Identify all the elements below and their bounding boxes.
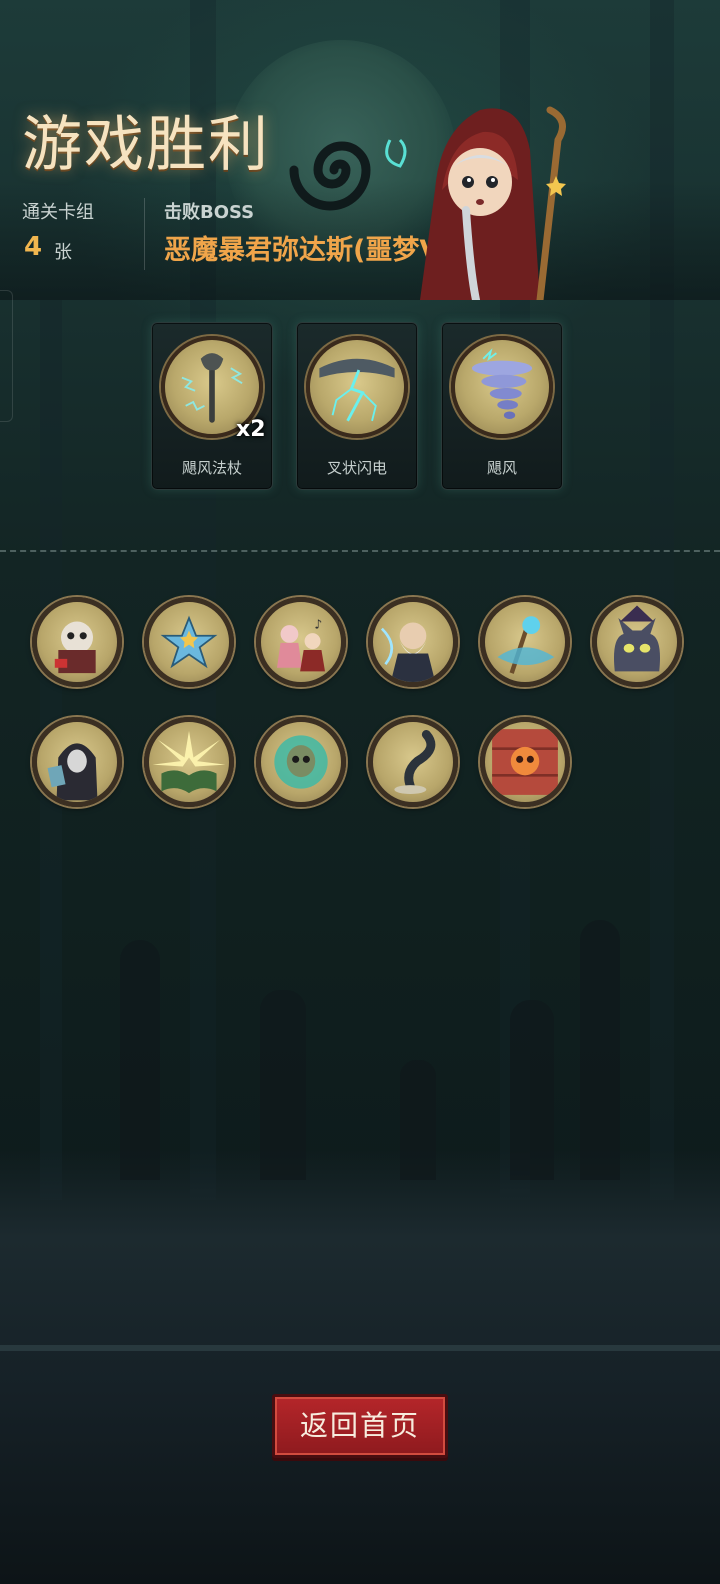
card-name: 飓风 <box>486 459 517 477</box>
stat-divider <box>144 198 145 270</box>
blue-star-icon[interactable] <box>144 597 234 687</box>
cleared-deck-count: 4 <box>24 232 43 262</box>
old-sage-icon[interactable] <box>368 597 458 687</box>
rock-silhouette <box>260 990 306 1180</box>
glowing-book-icon[interactable] <box>144 717 234 807</box>
rock-silhouette <box>580 920 620 1180</box>
cursed-skull-icon[interactable] <box>256 717 346 807</box>
rock-silhouette <box>510 1000 554 1180</box>
witch-cat-icon[interactable] <box>592 597 682 687</box>
card-count-badge: x2 <box>236 417 266 442</box>
cleared-deck-unit: 张 <box>54 242 72 263</box>
return-home-button[interactable]: 返回首页 <box>272 1394 448 1458</box>
victory-title: 游戏胜利 <box>22 110 270 180</box>
lightning-icon <box>306 336 408 438</box>
reward-card-3[interactable]: 飓风 <box>441 322 563 490</box>
dark-tornado-icon[interactable] <box>368 717 458 807</box>
svg-text:♪: ♪ <box>314 617 322 632</box>
hooded-cardmaster-icon[interactable] <box>32 717 122 807</box>
cleared-deck-label: 通关卡组 <box>22 202 94 223</box>
defeated-boss-label: 击败BOSS <box>164 202 255 223</box>
ground-ledge <box>0 1345 720 1351</box>
masked-merchant-icon[interactable] <box>32 597 122 687</box>
tornado-icon <box>451 336 553 438</box>
card-name: 飓风法杖 <box>181 459 242 477</box>
reward-card-1[interactable]: x2 飓风法杖 <box>151 322 273 490</box>
musicians-icon[interactable]: ♪ <box>256 597 346 687</box>
rock-silhouette <box>400 1060 436 1180</box>
rock-silhouette <box>120 940 160 1180</box>
card-name: 叉状闪电 <box>326 459 387 477</box>
hero-portrait <box>385 106 566 300</box>
reward-card-2[interactable]: 叉状闪电 <box>296 322 418 490</box>
side-panel-handle[interactable] <box>0 290 13 422</box>
section-divider <box>0 550 720 552</box>
ground-scenery <box>0 1150 720 1584</box>
skull-barrel-icon[interactable] <box>480 717 570 807</box>
water-orb-staff-icon[interactable] <box>480 597 570 687</box>
